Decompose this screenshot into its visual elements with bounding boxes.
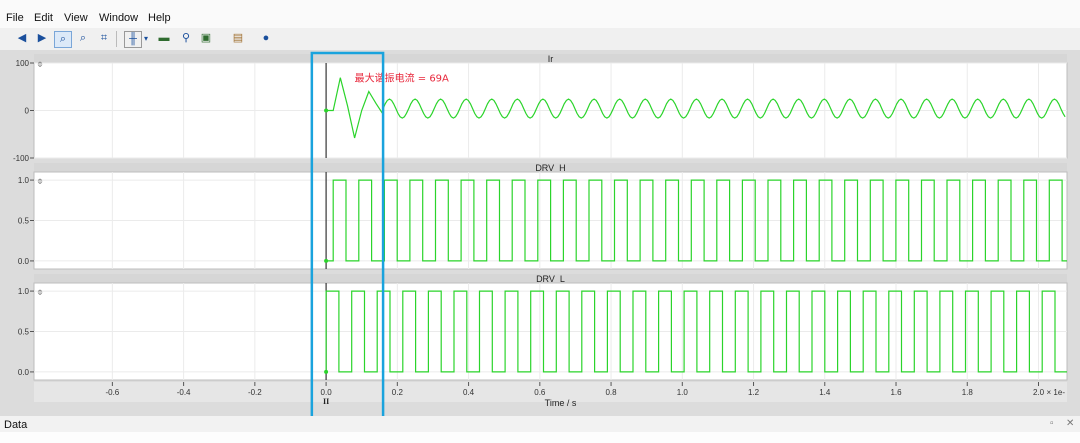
- waveform-panels: Ir1000-100⌽最大谐振电流 = 69ADRV_H1.00.50.0⌽DR…: [13, 54, 1068, 381]
- y-tick-label: 0.5: [18, 328, 30, 337]
- cursor-marker-label: II: [323, 397, 329, 406]
- waveform-icon[interactable]: ▬: [156, 31, 172, 46]
- cursor-icon[interactable]: ╫: [124, 31, 142, 48]
- x-tick-label: 1.8: [962, 388, 974, 397]
- x-tick-label: 0.6: [534, 388, 546, 397]
- y-tick-label: 1.0: [18, 176, 30, 185]
- zoom-out-icon[interactable]: ⌕: [75, 31, 91, 46]
- menu-bar: File Edit View Window Help: [0, 0, 1080, 30]
- cursor-dropdown-icon[interactable]: ▾: [141, 31, 151, 46]
- axis-lock-icon: ⌽: [37, 287, 43, 298]
- toolbar: ◀ ▶ ⌕ ⌕ ⌗ ╫ ▾ ▬ ⚲ ▣ ▤ ●: [0, 28, 1080, 51]
- y-tick-label: 0: [25, 107, 30, 116]
- x-tick-label: 2.0: [1033, 388, 1045, 397]
- axis-lock-icon: ⌽: [37, 176, 43, 187]
- menu-view[interactable]: View: [64, 12, 88, 24]
- start-marker: [324, 258, 329, 263]
- data-panel-bar: Data ▫ ✕: [0, 417, 1080, 431]
- forward-icon[interactable]: ▶: [34, 31, 50, 46]
- x-tick-label: 0.8: [605, 388, 617, 397]
- y-tick-label: 1.0: [18, 287, 30, 296]
- menu-window[interactable]: Window: [99, 12, 138, 24]
- toolbar-separator: [116, 31, 117, 47]
- peak-current-annotation: 最大谐振电流 = 69A: [355, 72, 449, 85]
- y-tick-label: 100: [16, 59, 30, 68]
- x-axis-title: Time / s: [545, 398, 577, 408]
- panel-drv_l: DRV_L1.00.50.0⌽: [18, 274, 1068, 381]
- menu-file[interactable]: File: [6, 12, 24, 24]
- restore-icon[interactable]: ▫: [1050, 418, 1054, 429]
- menu-edit[interactable]: Edit: [34, 12, 53, 24]
- x-tick-label: 1.6: [890, 388, 902, 397]
- x-scale-label: × 1e-: [1047, 388, 1066, 397]
- x-tick-label: -0.4: [177, 388, 191, 397]
- zoom-in-icon[interactable]: ⌕: [54, 31, 72, 48]
- x-tick-label: 1.2: [748, 388, 760, 397]
- analysis-icon[interactable]: ⚲: [178, 31, 194, 46]
- zoom-fit-icon[interactable]: ⌗: [96, 31, 112, 46]
- x-tick-label: 0.2: [392, 388, 404, 397]
- window-icon[interactable]: ▤: [230, 31, 246, 46]
- x-tick-label: -0.2: [248, 388, 262, 397]
- y-tick-label: 0.0: [18, 368, 30, 377]
- y-tick-label: 0.0: [18, 257, 30, 266]
- y-tick-label: 0.5: [18, 217, 30, 226]
- footer-strip: [0, 432, 1080, 443]
- axis-lock-icon: ⌽: [37, 59, 43, 70]
- close-icon[interactable]: ✕: [1066, 418, 1074, 429]
- back-icon[interactable]: ◀: [14, 31, 30, 46]
- panel-ir: Ir1000-100⌽最大谐振电流 = 69A: [13, 54, 1068, 163]
- panel-drv_h: DRV_H1.00.50.0⌽: [18, 163, 1068, 270]
- x-tick-label: 0.4: [463, 388, 475, 397]
- menu-help[interactable]: Help: [148, 12, 171, 24]
- x-tick-label: -0.6: [105, 388, 119, 397]
- y-tick-label: -100: [13, 154, 30, 163]
- export-icon[interactable]: ▣: [198, 31, 214, 46]
- x-tick-label: 0.0: [321, 388, 333, 397]
- help-icon[interactable]: ●: [258, 31, 274, 46]
- x-tick-label: 1.4: [819, 388, 831, 397]
- waveform-plot-area: Ir1000-100⌽最大谐振电流 = 69ADRV_H1.00.50.0⌽DR…: [0, 50, 1080, 416]
- start-marker: [324, 369, 329, 374]
- start-marker: [324, 108, 329, 113]
- data-panel-label: Data: [4, 419, 28, 431]
- x-tick-label: 1.0: [677, 388, 689, 397]
